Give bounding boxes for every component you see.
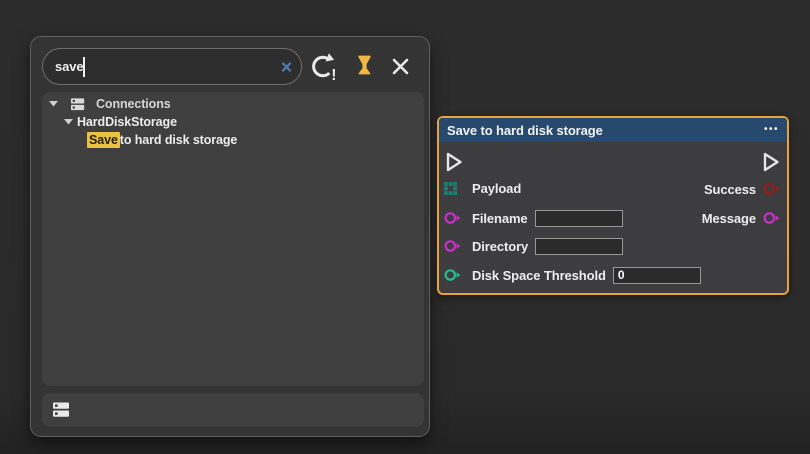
search-box[interactable] — [42, 48, 302, 85]
close-panel-button[interactable] — [391, 48, 410, 85]
port-label-message: Message — [702, 211, 756, 226]
node-header[interactable]: Save to hard disk storage ••• — [439, 118, 787, 142]
filter-funnel-button[interactable] — [354, 48, 375, 85]
search-match-highlight: Save — [87, 132, 120, 148]
clear-search-icon[interactable] — [281, 61, 292, 72]
port-row-payload: Payload — [444, 179, 521, 197]
port-row-filename: Filename — [444, 209, 623, 227]
disk-space-threshold-number-port[interactable] — [444, 268, 462, 282]
node-save-to-hard-disk-storage[interactable]: Save to hard disk storage ••• — [437, 116, 789, 295]
port-row-success: Success — [704, 180, 780, 198]
tree-item-save-to-hard-disk-storage[interactable]: Save to hard disk storage — [42, 131, 424, 149]
palette-footer-bar — [42, 393, 424, 427]
filename-string-port[interactable] — [444, 211, 462, 225]
search-results-tree: Connections HardDiskStorage Save to hard… — [42, 92, 424, 386]
server-stack-icon — [71, 98, 85, 111]
disk-space-threshold-input[interactable] — [613, 267, 701, 284]
exec-out-port[interactable] — [762, 151, 781, 173]
tree-item-harddiskstorage[interactable]: HardDiskStorage — [42, 113, 424, 131]
success-output-port[interactable] — [763, 182, 780, 196]
message-output-port[interactable] — [763, 211, 780, 225]
tree-item-connections[interactable]: Connections — [42, 95, 424, 113]
port-label-filename: Filename — [472, 211, 528, 226]
port-label-disk-space-threshold: Disk Space Threshold — [472, 268, 606, 283]
port-row-message: Message — [702, 209, 780, 227]
port-label-payload: Payload — [472, 181, 521, 196]
search-input[interactable] — [55, 59, 273, 74]
svg-text:!: ! — [331, 67, 336, 81]
tree-label-save-rest: to hard disk storage — [120, 133, 237, 147]
directory-input[interactable] — [535, 238, 623, 255]
chevron-down-icon[interactable] — [49, 101, 58, 107]
exec-in-port[interactable] — [445, 151, 464, 173]
port-row-directory: Directory — [444, 237, 623, 255]
chevron-down-icon[interactable] — [64, 119, 73, 125]
port-label-success: Success — [704, 182, 756, 197]
node-title: Save to hard disk storage — [447, 123, 603, 138]
tree-label-harddiskstorage: HardDiskStorage — [77, 115, 177, 129]
refresh-results-button[interactable]: ! — [308, 48, 337, 85]
directory-string-port[interactable] — [444, 239, 462, 253]
port-label-directory: Directory — [472, 239, 528, 254]
server-stack-icon — [53, 402, 70, 418]
node-editor-canvas[interactable]: ! — [0, 0, 810, 454]
payload-object-port[interactable] — [444, 182, 462, 195]
node-palette-panel: ! — [30, 36, 430, 437]
text-caret — [83, 57, 85, 77]
tree-label-connections: Connections — [96, 97, 171, 111]
port-row-disk-space-threshold: Disk Space Threshold — [444, 266, 701, 284]
node-menu-dots-icon[interactable]: ••• — [764, 125, 779, 135]
filename-input[interactable] — [535, 210, 623, 227]
